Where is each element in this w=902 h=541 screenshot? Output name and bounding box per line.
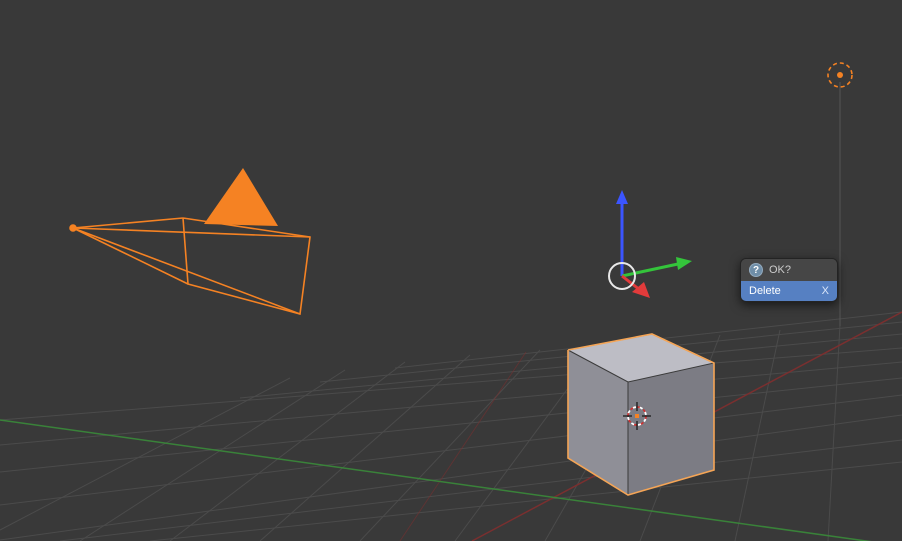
transform-gizmo[interactable]	[609, 190, 692, 298]
world-y-axis	[0, 420, 902, 541]
viewport-3d[interactable]: ? OK? Delete X	[0, 0, 902, 541]
floor-grid	[0, 312, 902, 541]
camera-object[interactable]	[70, 168, 310, 314]
confirm-popup-header: ? OK?	[741, 259, 837, 281]
confirm-popup: ? OK? Delete X	[740, 258, 838, 302]
question-icon: ?	[749, 263, 763, 277]
default-cube[interactable]	[568, 334, 714, 495]
delete-shortcut: X	[822, 285, 829, 297]
delete-button[interactable]: Delete X	[741, 281, 837, 301]
delete-button-label: Delete	[749, 285, 781, 297]
confirm-popup-title: OK?	[769, 264, 791, 276]
